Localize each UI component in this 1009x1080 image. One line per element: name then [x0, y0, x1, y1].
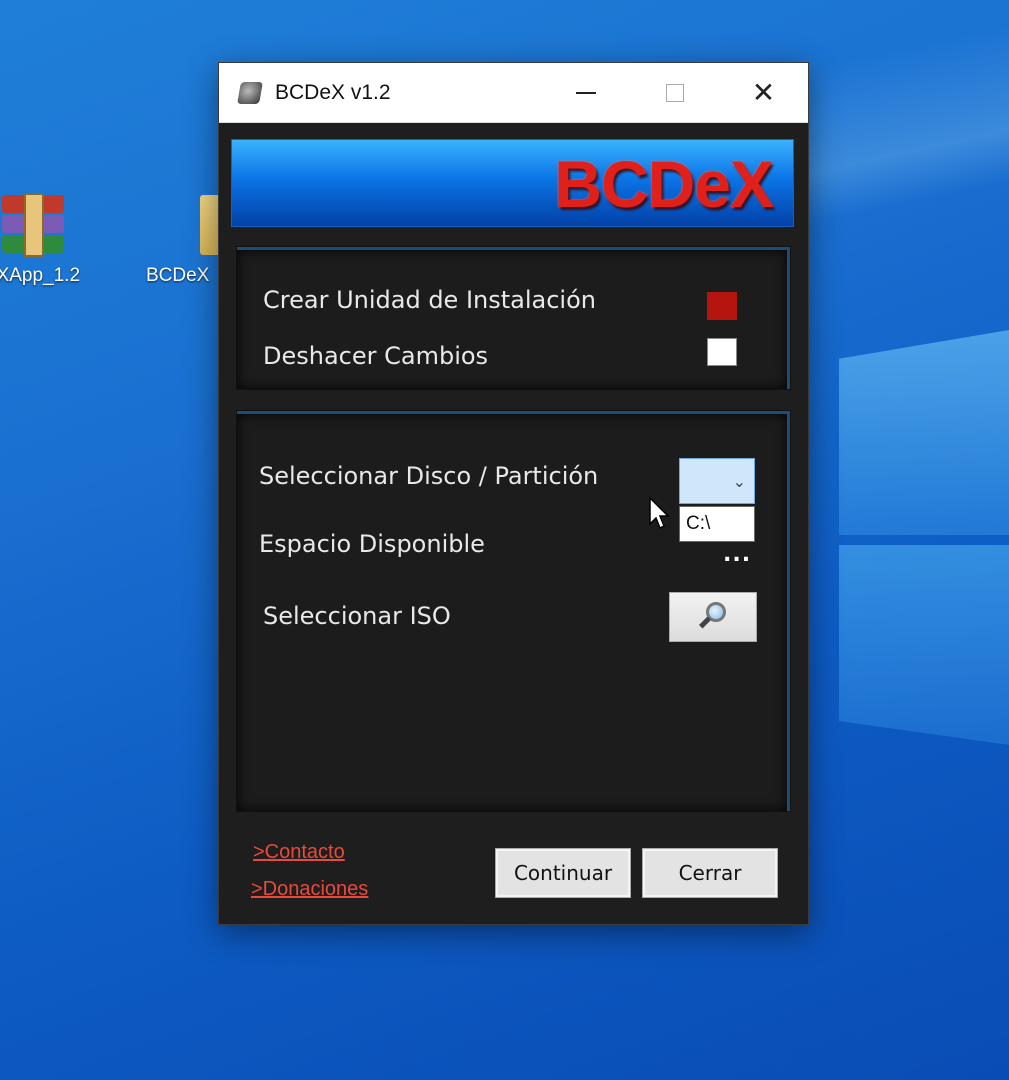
disk-select-label: Seleccionar Disco / Partición	[259, 462, 599, 490]
browse-iso-button[interactable]	[669, 592, 757, 642]
disk-select-combobox[interactable]: ⌄	[679, 458, 755, 504]
winrar-archive-icon	[2, 193, 64, 257]
donations-link[interactable]: >Donaciones	[251, 878, 368, 901]
chevron-down-icon: ⌄	[732, 471, 746, 491]
mouse-cursor-icon	[649, 496, 670, 530]
window-title: BCDeX v1.2	[275, 80, 391, 104]
minimize-button[interactable]	[541, 63, 630, 123]
banner-logo-text: BCDeX	[554, 147, 774, 221]
windows-logo-upper-pane	[839, 330, 1009, 535]
contact-link[interactable]: >Contacto	[253, 841, 345, 864]
desktop-icon-label: eXApp_1.2	[0, 265, 81, 286]
title-bar[interactable]: BCDeX v1.2 ✕	[219, 63, 808, 123]
continue-button[interactable]: Continuar	[495, 848, 631, 898]
option-undo-checkbox[interactable]	[707, 338, 737, 366]
settings-panel: Seleccionar Disco / Partición ⌄ C:\ Espa…	[237, 411, 790, 811]
desktop-icon-app-archive[interactable]: eXApp_1.2	[0, 193, 88, 287]
desktop-icon-label: BCDeX	[146, 265, 210, 286]
minimize-icon	[575, 91, 596, 94]
maximize-button[interactable]	[630, 63, 719, 123]
magnifier-icon	[698, 602, 728, 632]
bcdex-window: BCDeX v1.2 ✕ BCDeX Crear Unidad de Insta…	[218, 62, 809, 925]
option-undo-label: Deshacer Cambios	[263, 342, 489, 370]
desktop-icon-bcdex-folder[interactable]: BCDeX	[138, 195, 240, 287]
close-icon: ✕	[751, 76, 776, 109]
available-space-label: Espacio Disponible	[259, 530, 485, 558]
disk-option-c[interactable]: C:\	[679, 506, 755, 542]
close-button[interactable]: ✕	[719, 63, 808, 123]
close-app-button[interactable]: Cerrar	[642, 848, 778, 898]
option-create-install-checkbox[interactable]	[707, 292, 737, 320]
app-banner: BCDeX	[231, 139, 794, 227]
iso-select-label: Seleccionar ISO	[263, 602, 451, 630]
available-space-value: ...	[723, 542, 752, 567]
option-create-install-label: Crear Unidad de Instalación	[263, 286, 596, 314]
maximize-icon	[665, 83, 684, 102]
windows-logo-lower-pane	[839, 545, 1009, 745]
mode-panel: Crear Unidad de Instalación Deshacer Cam…	[237, 247, 790, 389]
app-icon	[237, 81, 263, 104]
